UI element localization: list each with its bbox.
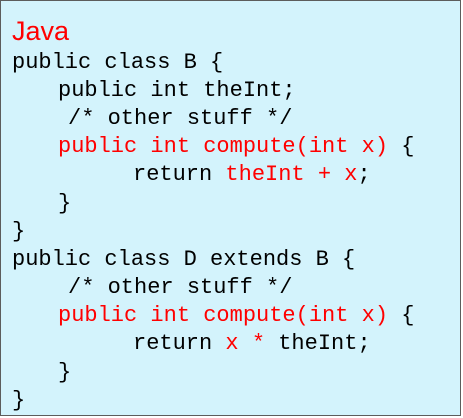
code-line: } xyxy=(12,218,25,246)
code-line: return x * theInt; xyxy=(133,330,371,358)
code-slide-panel: Java public class B {public int theInt; /… xyxy=(0,0,461,416)
highlighted-code-token: public int compute(int x) xyxy=(58,134,389,159)
code-token: public int theInt; xyxy=(58,78,296,103)
code-line: } xyxy=(12,387,25,415)
code-token: ; xyxy=(357,162,371,187)
code-line: /* other stuff */ xyxy=(68,105,292,133)
highlighted-code-token: theInt + x xyxy=(225,162,358,187)
code-line: return theInt + x; xyxy=(133,161,371,189)
code-token: public class D extends B { xyxy=(12,247,356,272)
code-token: return xyxy=(133,331,226,356)
highlighted-code-token: x * xyxy=(225,331,279,356)
code-token: return xyxy=(133,162,226,187)
code-line: /* other stuff */ xyxy=(68,274,292,302)
code-token: /* other stuff */ xyxy=(68,275,293,300)
code-line: public int compute(int x) { xyxy=(58,133,414,161)
code-token: } xyxy=(12,388,26,413)
code-token: theInt; xyxy=(278,331,371,356)
code-line: } xyxy=(58,359,71,387)
code-line: public int theInt; xyxy=(58,77,296,105)
highlighted-code-token: public int compute(int x) xyxy=(58,303,389,328)
code-token: public class B { xyxy=(12,50,224,75)
code-line: public class B { xyxy=(12,49,223,77)
code-line: public class D extends B { xyxy=(12,246,355,274)
code-token: { xyxy=(388,303,415,328)
code-token: } xyxy=(12,219,26,244)
code-line: } xyxy=(58,190,71,218)
code-line: public int compute(int x) { xyxy=(58,302,414,330)
code-token: { xyxy=(388,134,415,159)
code-token: } xyxy=(58,360,72,385)
code-token: /* other stuff */ xyxy=(68,106,293,131)
code-token: } xyxy=(58,191,72,216)
code-block: public class B { public int theInt; /* oth… xyxy=(1,1,460,415)
